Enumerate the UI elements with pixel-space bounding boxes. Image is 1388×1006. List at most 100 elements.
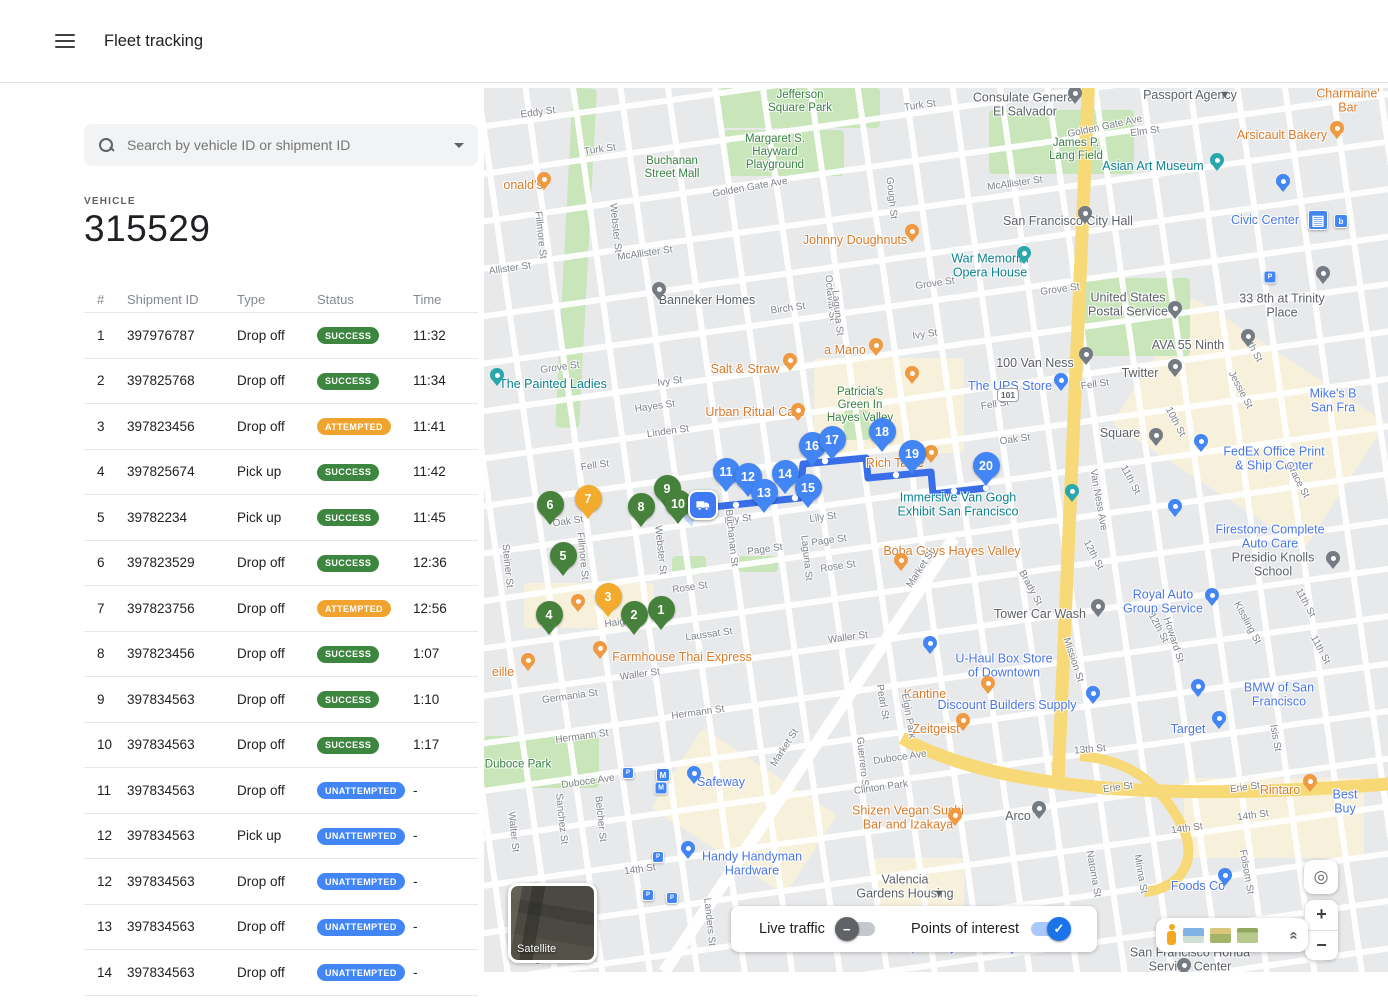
zoom-in-button[interactable]: + bbox=[1305, 900, 1338, 931]
restaurant-pin[interactable] bbox=[981, 676, 995, 690]
stop-marker-15[interactable]: 15 bbox=[794, 474, 822, 508]
poi-label[interactable]: Foods Co bbox=[1171, 879, 1225, 893]
gas-station-pin[interactable] bbox=[1032, 801, 1046, 815]
cafe-pin[interactable] bbox=[791, 403, 805, 417]
points-of-interest-toggle[interactable]: ✓ bbox=[1031, 922, 1069, 936]
shipment-row[interactable]: 3397823456Drop offATTEMPTED11:41 bbox=[84, 404, 478, 450]
poi-label[interactable]: Shizen Vegan Sushi Bar and Izakaya bbox=[852, 804, 964, 833]
map-canvas[interactable]: Eddy StTurk StTurk StJefferson Square Pa… bbox=[484, 88, 1388, 972]
poi-label[interactable]: Kantine bbox=[904, 687, 946, 701]
poi-label[interactable]: Farmhouse Thai Express bbox=[612, 650, 751, 664]
cafe-pin[interactable] bbox=[521, 653, 535, 667]
restaurant-pin[interactable] bbox=[956, 713, 970, 727]
grocery-pin[interactable] bbox=[687, 766, 701, 780]
building-pin[interactable] bbox=[1241, 329, 1255, 343]
parking-icon[interactable]: P bbox=[666, 892, 678, 904]
stop-marker-20[interactable]: 20 bbox=[972, 452, 1000, 486]
poi-label[interactable]: Target bbox=[1171, 722, 1206, 736]
shipment-row[interactable]: 13397834563Drop offUNATTEMPTED- bbox=[84, 905, 478, 951]
stop-marker-5[interactable]: 5 bbox=[549, 542, 577, 576]
store-pin[interactable] bbox=[1212, 711, 1226, 725]
photo-thumbnail[interactable] bbox=[1237, 928, 1258, 943]
collapse-icon[interactable]: « bbox=[1285, 931, 1302, 939]
store-pin[interactable] bbox=[923, 636, 937, 650]
poi-label[interactable]: The Painted Ladies bbox=[499, 377, 607, 391]
dealership-pin[interactable] bbox=[1177, 958, 1191, 972]
civic-center-bus-icon[interactable]: b bbox=[1334, 214, 1348, 228]
restaurant-pin[interactable] bbox=[948, 808, 962, 822]
grocery-pin[interactable] bbox=[1218, 868, 1232, 882]
satellite-view-button[interactable]: Satellite bbox=[508, 883, 597, 963]
shipment-row[interactable]: 12397834563Pick upUNATTEMPTED- bbox=[84, 814, 478, 860]
auto-service-pin[interactable] bbox=[1205, 588, 1219, 602]
poi-label[interactable]: Civic Center bbox=[1231, 213, 1299, 227]
parking-icon[interactable]: P bbox=[642, 889, 654, 901]
stop-marker-7[interactable]: 7 bbox=[574, 485, 602, 519]
parking-icon[interactable]: P bbox=[652, 851, 664, 863]
poi-label[interactable]: Zeitgeist bbox=[912, 722, 959, 736]
shipment-row[interactable]: 11397834563Drop offUNATTEMPTED- bbox=[84, 768, 478, 814]
pegman-icon[interactable] bbox=[1166, 924, 1177, 946]
office-pin[interactable] bbox=[1168, 359, 1182, 373]
poi-label[interactable]: Discount Builders Supply bbox=[938, 698, 1077, 712]
shipment-row[interactable]: 9397834563Drop offSUCCESS1:10 bbox=[84, 677, 478, 723]
my-location-button[interactable]: ◎ bbox=[1304, 860, 1338, 894]
school-pin[interactable] bbox=[1326, 551, 1340, 565]
poi-label[interactable]: 100 Van Ness bbox=[996, 356, 1074, 370]
poi-label[interactable]: Arsicault Bakery bbox=[1237, 128, 1327, 142]
poi-label[interactable]: Presidio Knolls School bbox=[1216, 551, 1331, 580]
poi-label[interactable]: Arco bbox=[1005, 809, 1031, 823]
metro-icon[interactable]: M bbox=[655, 782, 668, 795]
chevron-down-icon[interactable] bbox=[454, 143, 464, 148]
grocery-pin[interactable] bbox=[1276, 174, 1290, 188]
shipment-row[interactable]: 12397834563Drop offUNATTEMPTED- bbox=[84, 859, 478, 905]
shipment-row[interactable]: 8397823456Drop offSUCCESS1:07 bbox=[84, 632, 478, 678]
car-wash-pin[interactable] bbox=[1091, 599, 1105, 613]
shipment-row[interactable]: 2397825768Drop offSUCCESS11:34 bbox=[84, 359, 478, 405]
restaurant-pin[interactable] bbox=[924, 445, 938, 459]
stop-marker-8[interactable]: 8 bbox=[627, 493, 655, 527]
stop-marker-17[interactable]: 17 bbox=[818, 426, 846, 460]
cafe-pin[interactable] bbox=[894, 553, 908, 567]
poi-label[interactable]: eille bbox=[492, 665, 514, 679]
stop-marker-19[interactable]: 19 bbox=[898, 440, 926, 474]
poi-label[interactable]: Royal Auto Group Service bbox=[1123, 588, 1203, 617]
photo-thumbnail[interactable] bbox=[1183, 928, 1204, 943]
store-pin[interactable] bbox=[1054, 373, 1068, 387]
restaurant-pin[interactable] bbox=[593, 641, 607, 655]
consulate-pin[interactable] bbox=[1068, 88, 1082, 100]
passport-agency-marker[interactable]: ▼ bbox=[1220, 89, 1231, 101]
poi-label[interactable]: Tower Car Wash bbox=[994, 607, 1086, 621]
shipment-row[interactable]: 6397823529Drop offSUCCESS12:36 bbox=[84, 541, 478, 587]
shipment-row[interactable]: 7397823756Drop offATTEMPTED12:56 bbox=[84, 586, 478, 632]
exhibit-pin[interactable] bbox=[1065, 484, 1079, 498]
restaurant-pin[interactable] bbox=[905, 224, 919, 238]
hardware-pin[interactable] bbox=[681, 841, 695, 855]
stop-marker-2[interactable]: 2 bbox=[620, 601, 648, 635]
building-pin[interactable] bbox=[1316, 266, 1330, 280]
restaurant-pin[interactable] bbox=[571, 594, 585, 608]
poi-label[interactable]: Salt & Straw bbox=[711, 362, 780, 376]
menu-icon[interactable] bbox=[55, 34, 75, 48]
poi-label[interactable]: Immersive Van Gogh Exhibit San Francisco bbox=[898, 491, 1019, 520]
restaurant-pin[interactable] bbox=[869, 338, 883, 352]
stop-marker-18[interactable]: 18 bbox=[868, 418, 896, 452]
stop-marker-4[interactable]: 4 bbox=[535, 601, 563, 635]
museum-pin[interactable] bbox=[1210, 153, 1224, 167]
photo-thumbnail[interactable] bbox=[1210, 928, 1231, 943]
opera-house-pin[interactable] bbox=[1017, 246, 1031, 260]
poi-label[interactable]: U-Haul Box Store of Downtown bbox=[955, 652, 1052, 681]
poi-label[interactable]: BMW of San Francisco bbox=[1225, 681, 1334, 710]
search-input[interactable] bbox=[127, 137, 454, 153]
stop-marker-1[interactable]: 1 bbox=[647, 596, 675, 630]
valencia-gardens-marker[interactable]: ▼ bbox=[934, 888, 945, 900]
landmark-pin[interactable] bbox=[490, 368, 504, 382]
shipment-row[interactable]: 4397825674Pick upSUCCESS11:42 bbox=[84, 450, 478, 496]
zoom-out-button[interactable]: − bbox=[1305, 931, 1338, 961]
stop-marker-3[interactable]: 3 bbox=[594, 583, 622, 617]
parking-icon[interactable]: P bbox=[622, 767, 634, 779]
stop-marker-6[interactable]: 6 bbox=[536, 491, 564, 525]
store-pin[interactable] bbox=[1086, 686, 1100, 700]
shipment-row[interactable]: 539782234Pick upSUCCESS11:45 bbox=[84, 495, 478, 541]
search-box[interactable] bbox=[84, 124, 478, 166]
